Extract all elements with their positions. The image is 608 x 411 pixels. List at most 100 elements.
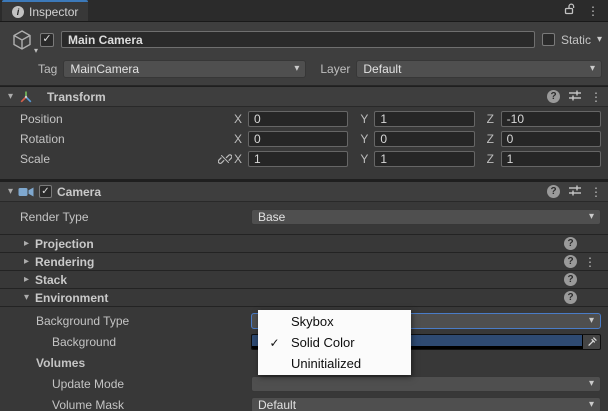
gameobject-name-field[interactable]: Main Camera — [61, 31, 535, 48]
kebab-menu-icon[interactable]: ⋮ — [590, 186, 602, 198]
scale-x-field[interactable]: 1 — [248, 151, 348, 167]
update-mode-label: Update Mode — [0, 377, 251, 391]
position-z-field[interactable]: -10 — [501, 111, 601, 127]
popup-item-uninitialized[interactable]: Uninitialized — [258, 353, 411, 374]
layer-label: Layer — [320, 62, 350, 76]
render-type-row: Render Type Base ▾ — [0, 208, 608, 225]
rotation-x-field[interactable]: 0 — [248, 131, 348, 147]
scale-label: Scale — [20, 152, 216, 166]
info-icon: i — [12, 6, 24, 18]
kebab-menu-icon[interactable]: ⋮ — [587, 5, 599, 17]
update-mode-dropdown[interactable]: ▾ — [251, 376, 601, 392]
presets-icon[interactable] — [568, 184, 582, 200]
position-x-field[interactable]: 0 — [248, 111, 348, 127]
popup-item-solid-color[interactable]: ✓ Solid Color — [258, 332, 411, 353]
axis-y-label: Y — [360, 112, 369, 126]
layer-value: Default — [363, 62, 590, 76]
transform-icon — [17, 90, 34, 104]
help-icon[interactable]: ? — [564, 291, 577, 304]
background-type-popup: Skybox ✓ Solid Color Uninitialized — [258, 310, 411, 375]
help-icon[interactable]: ? — [564, 273, 577, 286]
foldout-closed-icon[interactable]: ▸ — [20, 275, 33, 285]
tag-dropdown[interactable]: MainCamera ▾ — [63, 60, 306, 78]
tab-title: Inspector — [29, 5, 78, 19]
gameobject-name-row: ▾ ✓ Main Camera Static ▾ — [4, 26, 602, 53]
camera-icon — [17, 186, 34, 198]
component-divider — [0, 170, 608, 181]
help-icon[interactable]: ? — [564, 255, 577, 268]
chevron-down-icon: ▾ — [294, 64, 299, 74]
presets-icon[interactable] — [568, 89, 582, 105]
cube-icon — [10, 28, 34, 52]
transform-header[interactable]: ▾ Transform ? ⋮ — [0, 86, 608, 107]
chevron-down-icon: ▾ — [589, 400, 594, 410]
camera-title: Camera — [57, 185, 101, 199]
check-icon: ✓ — [258, 336, 291, 350]
rotation-z-field[interactable]: 0 — [501, 131, 601, 147]
foldout-open-icon[interactable]: ▾ — [4, 92, 17, 102]
chevron-down-icon: ▾ — [589, 212, 594, 222]
tab-inspector[interactable]: i Inspector — [2, 0, 88, 21]
transform-title: Transform — [47, 90, 106, 104]
eyedropper-icon[interactable] — [582, 335, 600, 349]
foldout-projection[interactable]: ▸ Projection ? — [0, 234, 608, 252]
static-label: Static — [561, 33, 591, 47]
lock-icon[interactable] — [564, 3, 575, 18]
foldout-open-icon[interactable]: ▾ — [20, 293, 33, 303]
inspector-panel: i Inspector ⋮ ▾ ✓ Main Camera — [0, 0, 608, 411]
transform-header-actions: ? ⋮ — [547, 89, 602, 105]
help-icon[interactable]: ? — [547, 185, 560, 198]
tag-label: Tag — [38, 62, 57, 76]
static-group: Static ▾ — [542, 33, 602, 47]
scale-row: Scale X 1 Y 1 Z 1 — [0, 150, 608, 167]
position-row: Position X 0 Y 1 Z -10 — [0, 110, 608, 127]
rotation-y-field[interactable]: 0 — [374, 131, 474, 147]
position-y-field[interactable]: 1 — [374, 111, 474, 127]
position-label: Position — [20, 112, 216, 126]
background-label: Background — [0, 335, 251, 349]
camera-enabled-checkbox[interactable]: ✓ — [39, 185, 52, 198]
chevron-down-icon: ▾ — [34, 46, 38, 55]
rotation-label: Rotation — [20, 132, 216, 146]
foldout-rendering[interactable]: ▸ Rendering ? ⋮ — [0, 252, 608, 270]
foldout-closed-icon[interactable]: ▸ — [20, 239, 33, 249]
static-checkbox[interactable] — [542, 33, 555, 46]
volume-mask-row: Volume Mask Default ▾ — [0, 396, 608, 411]
kebab-menu-icon[interactable]: ⋮ — [584, 256, 596, 268]
foldout-environment[interactable]: ▾ Environment ? — [0, 288, 608, 307]
render-type-dropdown[interactable]: Base ▾ — [251, 209, 601, 225]
active-checkbox[interactable]: ✓ — [40, 33, 54, 47]
axis-x-label: X — [234, 112, 243, 126]
camera-header[interactable]: ▾ ✓ Camera ? ⋮ — [0, 181, 608, 202]
camera-header-actions: ? ⋮ — [547, 184, 602, 200]
static-dropdown-icon[interactable]: ▾ — [597, 35, 602, 45]
help-icon[interactable]: ? — [564, 237, 577, 250]
rotation-row: Rotation X 0 Y 0 Z 0 — [0, 130, 608, 147]
kebab-menu-icon[interactable]: ⋮ — [590, 91, 602, 103]
chevron-down-icon: ▾ — [589, 379, 594, 389]
popup-item-skybox[interactable]: Skybox — [258, 311, 411, 332]
foldout-open-icon[interactable]: ▾ — [4, 187, 17, 197]
scale-y-field[interactable]: 1 — [374, 151, 474, 167]
layer-dropdown[interactable]: Default ▾ — [356, 60, 602, 78]
tag-value: MainCamera — [70, 62, 294, 76]
render-type-label: Render Type — [0, 210, 251, 224]
background-type-label: Background Type — [0, 314, 251, 328]
chevron-down-icon: ▾ — [590, 64, 595, 74]
foldout-closed-icon[interactable]: ▸ — [20, 257, 33, 267]
gameobject-name: Main Camera — [68, 33, 143, 47]
scale-z-field[interactable]: 1 — [501, 151, 601, 167]
gameobject-header: ▾ ✓ Main Camera Static ▾ Tag MainCamera … — [0, 22, 608, 86]
chevron-down-icon: ▾ — [589, 316, 594, 326]
tab-bar-actions: ⋮ — [564, 0, 608, 21]
help-icon[interactable]: ? — [547, 90, 560, 103]
gameobject-icon-button[interactable]: ▾ — [4, 26, 40, 53]
axis-z-label: Z — [487, 112, 496, 126]
volume-mask-label: Volume Mask — [0, 398, 251, 411]
foldout-stack[interactable]: ▸ Stack ? — [0, 270, 608, 288]
link-scale-toggle[interactable] — [216, 152, 234, 166]
tag-layer-row: Tag MainCamera ▾ Layer Default ▾ — [4, 59, 602, 78]
update-mode-row: Update Mode ▾ — [0, 375, 608, 392]
tab-bar: i Inspector ⋮ — [0, 0, 608, 22]
volume-mask-dropdown[interactable]: Default ▾ — [251, 397, 601, 411]
